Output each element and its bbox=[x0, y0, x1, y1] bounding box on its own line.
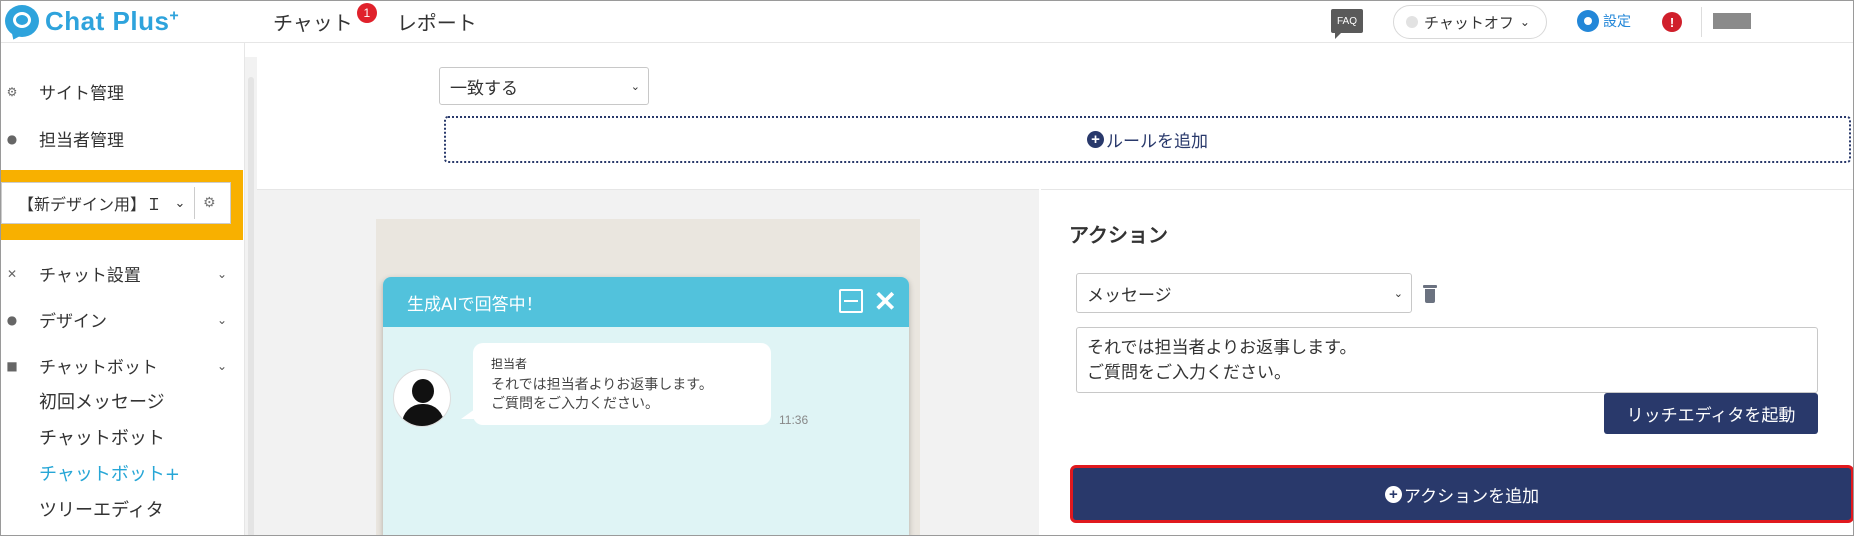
chat-preview-window: 生成AIで回答中！ ✕ 担当者 それでは担当者よりお返事します。 ご質問をご入力… bbox=[383, 277, 909, 535]
faq-icon[interactable]: FAQ bbox=[1331, 9, 1363, 39]
chat-unread-badge: 1 bbox=[356, 3, 377, 23]
sidebar-sub-tree-editor[interactable]: ツリーエディタ bbox=[39, 496, 164, 522]
avatar bbox=[393, 369, 451, 427]
chevron-down-icon: ⌄ bbox=[630, 79, 640, 93]
chevron-down-icon: ⌄ bbox=[217, 358, 228, 373]
trash-icon[interactable] bbox=[1423, 285, 1437, 303]
message-text: それでは担当者よりお返事します。 ご質問をご入力ください。 bbox=[491, 377, 713, 412]
match-condition-select[interactable]: 一致する ⌄ bbox=[439, 67, 649, 105]
chevron-down-icon: ⌄ bbox=[174, 195, 186, 211]
logo[interactable]: Chat Plus+ bbox=[5, 5, 179, 37]
site-select[interactable]: 【新デザイン用】Ｉ ⌄ ⚙ bbox=[1, 182, 231, 224]
tools-icon: ✕ bbox=[6, 266, 18, 281]
sender-name: 担当者 bbox=[491, 357, 528, 371]
divider bbox=[1701, 7, 1702, 37]
app-window: Chat Plus+ チャット 1 レポート FAQ チャットオフ ⌄ 設定 !… bbox=[0, 0, 1854, 536]
sidebar-sub-chatbot-plus[interactable]: チャットボット+ bbox=[39, 460, 180, 486]
minimize-icon[interactable] bbox=[839, 289, 863, 313]
gear-icon bbox=[1577, 10, 1599, 32]
sidebar-item-staff-admin[interactable]: ● 担当者管理 bbox=[5, 126, 124, 151]
settings-link[interactable]: 設定 bbox=[1577, 10, 1631, 32]
action-type-select[interactable]: メッセージ ⌄ bbox=[1076, 273, 1412, 313]
sidebar-item-site-admin[interactable]: ⚙ サイト管理 bbox=[5, 79, 124, 104]
action-message-textarea[interactable]: それでは担当者よりお返事します。 ご質問をご入力ください。 bbox=[1076, 327, 1818, 393]
plus-circle-icon: + bbox=[1384, 485, 1402, 503]
add-action-button[interactable]: + アクションを追加 bbox=[1070, 465, 1853, 523]
chevron-down-icon: ⌄ bbox=[1519, 15, 1530, 29]
message-time: 11:36 bbox=[779, 413, 809, 427]
nav-report[interactable]: レポート bbox=[397, 7, 477, 36]
message-bubble: 担当者 それでは担当者よりお返事します。 ご質問をご入力ください。 bbox=[461, 343, 771, 425]
alert-icon[interactable]: ! bbox=[1662, 12, 1682, 32]
sidebar-item-chat-install[interactable]: ✕ チャット設置 ⌄ bbox=[5, 261, 227, 286]
close-icon[interactable]: ✕ bbox=[874, 285, 897, 318]
sidebar-item-design[interactable]: ● デザイン ⌄ bbox=[5, 307, 227, 332]
gear-icon: ⚙ bbox=[6, 84, 18, 99]
chevron-down-icon: ⌄ bbox=[217, 312, 228, 327]
sidebar-sub-first-message[interactable]: 初回メッセージ bbox=[39, 388, 165, 414]
site-select-highlight: 【新デザイン用】Ｉ ⌄ ⚙ bbox=[1, 170, 243, 240]
sidebar: ⚙ サイト管理 ● 担当者管理 【新デザイン用】Ｉ ⌄ ⚙ ✕ チャット設置 ⌄… bbox=[1, 43, 245, 535]
rich-editor-button[interactable]: リッチエディタを起動 bbox=[1604, 393, 1818, 434]
chat-window-header: 生成AIで回答中！ ✕ bbox=[383, 277, 909, 327]
users-icon: ● bbox=[6, 131, 18, 146]
logo-text: Chat Plus+ bbox=[45, 5, 180, 36]
status-dot-icon bbox=[1406, 16, 1418, 28]
chat-icon: ■ bbox=[6, 358, 18, 373]
gear-icon[interactable]: ⚙ bbox=[203, 195, 216, 211]
action-title: アクション bbox=[1069, 223, 1168, 247]
palette-icon: ● bbox=[6, 312, 18, 327]
chevron-down-icon: ⌄ bbox=[217, 266, 228, 281]
nav-chat[interactable]: チャット 1 bbox=[273, 3, 377, 36]
sidebar-scrollbar[interactable] bbox=[245, 57, 257, 535]
main-nav: チャット 1 レポート bbox=[273, 3, 477, 36]
chevron-down-icon: ⌄ bbox=[1393, 286, 1403, 300]
top-header: Chat Plus+ チャット 1 レポート FAQ チャットオフ ⌄ 設定 ! bbox=[1, 1, 1853, 43]
sidebar-item-chatbot[interactable]: ■ チャットボット ⌄ bbox=[5, 353, 227, 378]
add-rule-button[interactable]: + ルールを追加 bbox=[444, 116, 1851, 163]
chat-status-toggle[interactable]: チャットオフ ⌄ bbox=[1393, 5, 1547, 39]
sidebar-sub-chatbot[interactable]: チャットボット bbox=[39, 424, 165, 450]
user-menu[interactable] bbox=[1713, 13, 1751, 29]
plus-circle-icon: + bbox=[1087, 131, 1104, 148]
chat-plus-logo-icon bbox=[5, 5, 39, 37]
